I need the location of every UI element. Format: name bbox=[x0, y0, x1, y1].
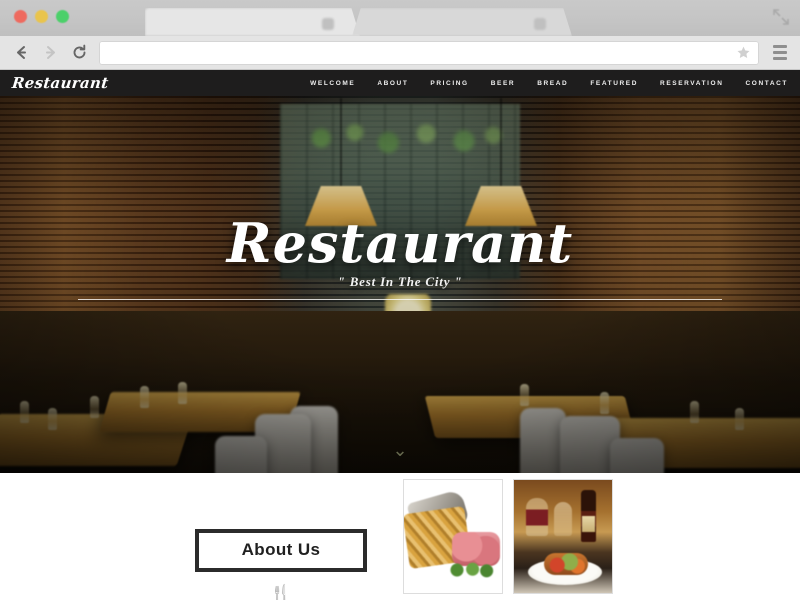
close-button[interactable] bbox=[14, 10, 27, 23]
page-title: About Us bbox=[195, 529, 367, 572]
browser-tab[interactable] bbox=[352, 8, 572, 36]
expand-arrows-icon[interactable] bbox=[771, 7, 791, 27]
hero-section: Restaurant " Best In The City " ⌄ bbox=[0, 96, 800, 473]
chevron-down-icon[interactable]: ⌄ bbox=[0, 441, 800, 459]
back-arrow-icon[interactable] bbox=[8, 40, 34, 66]
browser-window: Restaurant WELCOME ABOUT PRICING BEER BR… bbox=[0, 0, 800, 600]
nav-item-reservation[interactable]: RESERVATION bbox=[660, 80, 723, 87]
minimize-button[interactable] bbox=[35, 10, 48, 23]
tab-strip bbox=[145, 8, 572, 36]
food-photo-wine-and-plated-dish[interactable] bbox=[513, 479, 613, 594]
forward-arrow-icon[interactable] bbox=[37, 40, 63, 66]
maximize-button[interactable] bbox=[56, 10, 69, 23]
nav-item-bread[interactable]: BREAD bbox=[537, 80, 568, 87]
nav-item-about[interactable]: ABOUT bbox=[377, 80, 408, 87]
site-logo[interactable]: Restaurant bbox=[11, 74, 109, 92]
about-heading-group: About Us 🍴 bbox=[195, 529, 367, 600]
browser-tab[interactable] bbox=[145, 8, 360, 36]
nav-item-contact[interactable]: CONTACT bbox=[746, 80, 789, 87]
browser-toolbar bbox=[0, 36, 800, 70]
reload-icon[interactable] bbox=[66, 40, 92, 66]
site-navbar: Restaurant WELCOME ABOUT PRICING BEER BR… bbox=[0, 70, 800, 96]
nav-item-beer[interactable]: BEER bbox=[491, 80, 515, 87]
hamburger-menu-icon[interactable] bbox=[768, 40, 792, 66]
browser-titlebar bbox=[0, 0, 800, 36]
nav-links: WELCOME ABOUT PRICING BEER BREAD FEATURE… bbox=[310, 80, 788, 87]
nav-item-featured[interactable]: FEATURED bbox=[590, 80, 638, 87]
tab-favicon-icon bbox=[534, 18, 546, 30]
tab-favicon-icon bbox=[322, 18, 334, 30]
star-icon[interactable] bbox=[736, 45, 751, 60]
nav-item-welcome[interactable]: WELCOME bbox=[310, 80, 355, 87]
hero-subtitle: " Best In The City " bbox=[337, 274, 463, 289]
window-controls bbox=[14, 10, 69, 23]
about-section: About Us 🍴 bbox=[0, 473, 800, 600]
nav-item-pricing[interactable]: PRICING bbox=[430, 80, 468, 87]
fork-knife-icon: 🍴 bbox=[269, 585, 293, 600]
address-bar[interactable] bbox=[99, 40, 759, 65]
food-photo-fries-and-cured-meat[interactable] bbox=[403, 479, 503, 594]
about-gallery bbox=[403, 479, 613, 594]
hero-divider bbox=[78, 299, 722, 300]
hero-title: Restaurant bbox=[226, 211, 574, 275]
